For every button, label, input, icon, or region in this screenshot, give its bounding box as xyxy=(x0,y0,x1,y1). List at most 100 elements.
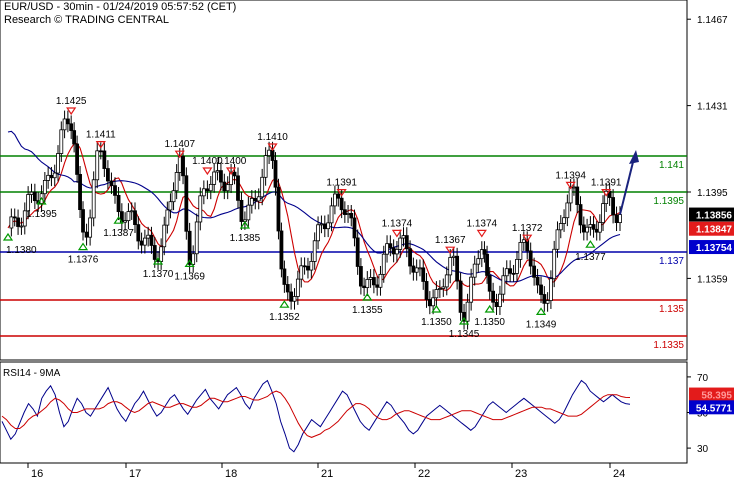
candle-body xyxy=(388,243,393,249)
candle-body xyxy=(346,213,350,215)
price-badge-label-0: 1.13856 xyxy=(696,211,733,222)
candle-body xyxy=(316,224,320,242)
candle-body xyxy=(201,188,206,197)
rsi-badge-label-1: 54.5771 xyxy=(696,403,733,414)
candle-body xyxy=(225,184,230,192)
swing-high-label-26: 1.1391 xyxy=(591,178,622,189)
candle-body xyxy=(49,174,54,179)
candle-body xyxy=(518,242,523,260)
candle-body xyxy=(42,180,47,195)
candle-body xyxy=(431,297,436,307)
candle-body xyxy=(276,186,281,232)
candle-body xyxy=(126,211,131,222)
swing-high-label-18: 1.1367 xyxy=(435,235,466,246)
candle-body xyxy=(414,267,419,273)
candle-body xyxy=(572,186,576,189)
candle-body xyxy=(395,248,399,255)
swing-low-label-17: 1.1350 xyxy=(421,317,452,328)
candle-body xyxy=(299,265,304,280)
candle-body xyxy=(491,290,496,303)
candle-body xyxy=(181,156,185,177)
candle-body xyxy=(88,217,93,238)
candle-body xyxy=(105,168,110,182)
swing-low-label-1: 1.1395 xyxy=(26,209,57,220)
candle-body xyxy=(408,248,412,267)
candle-body xyxy=(292,296,297,302)
candle-body xyxy=(614,214,619,224)
candle-body xyxy=(552,248,557,280)
swing-high-label-16: 1.1374 xyxy=(382,218,413,229)
candle-body xyxy=(78,174,82,210)
candle-body xyxy=(515,258,519,274)
candle-body xyxy=(336,193,341,199)
candle-body xyxy=(375,284,380,288)
swing-high-label-22: 1.1372 xyxy=(512,223,543,234)
candle-body xyxy=(342,209,347,215)
candle-body xyxy=(349,213,354,219)
candle-body xyxy=(565,202,570,219)
price-badges: 1.13856 1.13847 1.13754 xyxy=(689,207,734,255)
swing-high-label-14: 1.1391 xyxy=(326,178,357,189)
swing-high-label-4: 1.1411 xyxy=(86,130,116,141)
candle-body xyxy=(65,118,70,125)
candle-body xyxy=(333,193,337,207)
swing-low-label-0: 1.1380 xyxy=(6,245,37,256)
candle-body xyxy=(362,285,366,289)
level-label-2: 1.137 xyxy=(659,256,684,267)
candle-body xyxy=(585,226,589,233)
swing-high-label-24: 1.1394 xyxy=(555,170,586,181)
candle-body xyxy=(618,214,622,224)
candle-body xyxy=(62,118,67,131)
candle-body xyxy=(472,263,477,278)
time-tick-label-3: 21 xyxy=(321,468,333,480)
swing-low-label-8: 1.1369 xyxy=(174,271,205,282)
candle-body xyxy=(594,228,599,233)
candle-body xyxy=(437,288,442,290)
candle-body xyxy=(385,243,389,255)
candle-body xyxy=(444,274,449,288)
candle-body xyxy=(476,258,481,265)
candle-body xyxy=(339,197,344,211)
level-label-0: 1.141 xyxy=(659,160,684,171)
candle-body xyxy=(19,225,24,228)
price-tick-label-3: 1.1359 xyxy=(697,274,728,285)
candle-body xyxy=(448,257,453,276)
level-label-1: 1.1395 xyxy=(653,196,684,207)
candle-body xyxy=(165,209,170,226)
candle-body xyxy=(279,230,284,270)
candle-body xyxy=(611,197,615,216)
candle-body xyxy=(285,284,290,293)
swing-low-label-11: 1.1385 xyxy=(230,233,261,244)
time-tick-label-5: 23 xyxy=(515,468,527,480)
candle-body xyxy=(306,265,310,271)
candle-body xyxy=(102,150,107,169)
candle-body xyxy=(260,176,265,198)
candle-body xyxy=(391,247,396,255)
candle-body xyxy=(535,276,540,286)
candle-body xyxy=(355,237,360,267)
candle-body xyxy=(29,191,34,195)
swing-low-label-15: 1.1355 xyxy=(352,305,383,316)
candle-body xyxy=(116,194,121,213)
swing-high-label-12: 1.1410 xyxy=(257,132,288,143)
candle-body xyxy=(508,268,513,274)
price-badge-label-1: 1.13847 xyxy=(696,225,733,236)
time-tick-label-2: 18 xyxy=(225,468,237,480)
swing-low-label-13: 1.1352 xyxy=(269,312,300,323)
candle-body xyxy=(72,130,77,145)
candle-body xyxy=(52,172,57,179)
candle-body xyxy=(319,223,324,226)
candle-body xyxy=(95,150,100,181)
candle-body xyxy=(295,278,300,297)
rsi-panel-title: RSI14 - 9MA xyxy=(3,368,61,379)
candle-body xyxy=(591,224,596,230)
candle-body xyxy=(191,253,196,265)
candle-body xyxy=(273,160,278,188)
candle-body xyxy=(398,237,403,250)
candle-body xyxy=(418,267,422,270)
candle-body xyxy=(282,268,287,285)
candle-body xyxy=(267,149,271,156)
candle-body xyxy=(198,195,203,223)
candle-body xyxy=(562,217,566,224)
candle-body xyxy=(91,179,96,219)
